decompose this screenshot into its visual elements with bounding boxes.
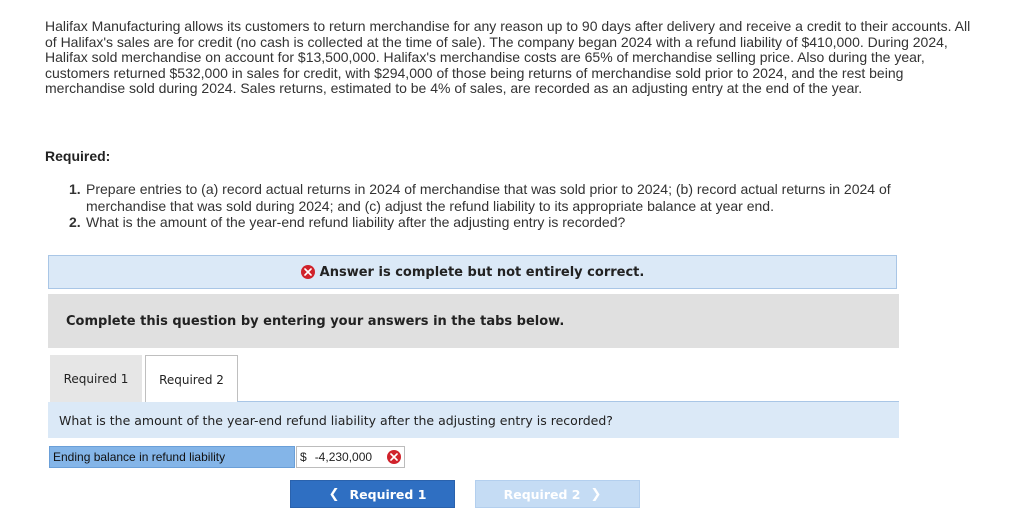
tab-required-2[interactable]: Required 2 (145, 355, 238, 403)
answer-status-banner: Answer is complete but not entirely corr… (48, 255, 897, 289)
required-item-1: 1. Prepare entries to (a) record actual … (69, 181, 949, 214)
prev-required-1-button[interactable]: ❮ Required 1 (290, 480, 455, 508)
required-item-number: 1. (69, 181, 81, 197)
required-heading: Required: (45, 148, 111, 164)
answer-row-label: Ending balance in refund liability (49, 446, 295, 468)
next-button-label: Required 2 (503, 486, 581, 502)
problem-text: Halifax Manufacturing allows its custome… (45, 18, 971, 97)
incorrect-x-icon (387, 450, 401, 464)
required-item-text: Prepare entries to (a) record actual ret… (86, 181, 891, 214)
answer-value[interactable]: -4,230,000 (315, 450, 387, 464)
required-item-text: What is the amount of the year-end refun… (86, 214, 626, 230)
required-item-2: 2. What is the amount of the year-end re… (69, 214, 949, 231)
instruction-banner: Complete this question by entering your … (48, 294, 899, 348)
answer-status-text: Answer is complete but not entirely corr… (319, 264, 645, 280)
x-circle-icon (300, 265, 315, 279)
next-required-2-button[interactable]: Required 2 ❯ (475, 480, 640, 508)
prev-button-label: Required 1 (349, 486, 427, 502)
required-item-number: 2. (69, 214, 81, 230)
required-list: 1. Prepare entries to (a) record actual … (69, 181, 949, 231)
question-prompt: What is the amount of the year-end refun… (48, 402, 899, 438)
chevron-right-icon: ❯ (590, 486, 602, 502)
refund-liability-input[interactable]: $ -4,230,000 (296, 446, 405, 468)
tab-required-1[interactable]: Required 1 (50, 355, 142, 402)
chevron-left-icon: ❮ (328, 486, 340, 502)
currency-symbol: $ (300, 450, 307, 464)
